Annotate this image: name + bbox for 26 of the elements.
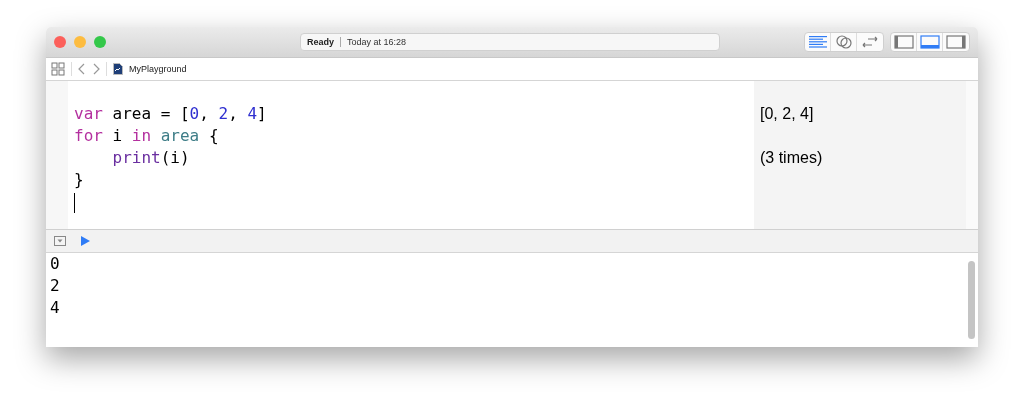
forward-icon[interactable] [92,63,100,75]
navigator-toggle[interactable] [891,33,917,51]
timestamp-text: Today at 16:28 [347,37,407,47]
scroll-bar[interactable] [968,261,975,339]
code-line: } [74,170,84,189]
code-editor[interactable]: var area = [0, 2, 4] for i in area { print(i) } [68,81,754,229]
document-icon [113,63,123,75]
result-value[interactable]: [0, 2, 4] [760,105,814,122]
code-line: print(i) [111,148,190,167]
file-name[interactable]: MyPlayground [129,64,187,74]
code-line: for i in area { [74,126,219,145]
hide-debug-icon[interactable] [54,236,66,246]
console-output: 0 [50,253,61,275]
code-line: var area = [0, 2, 4] [74,104,267,123]
status-text: Ready [307,37,334,47]
inspector-toggle[interactable] [943,33,969,51]
result-value[interactable]: (3 times) [760,149,823,166]
console-output: 4 [50,297,61,319]
zoom-button[interactable] [94,36,106,48]
play-icon[interactable] [80,236,90,246]
debug-area-toggle[interactable] [917,33,943,51]
back-icon[interactable] [78,63,86,75]
close-button[interactable] [54,36,66,48]
console-output: 2 [50,275,61,297]
grid-icon[interactable] [51,62,65,76]
text-cursor [74,192,75,213]
